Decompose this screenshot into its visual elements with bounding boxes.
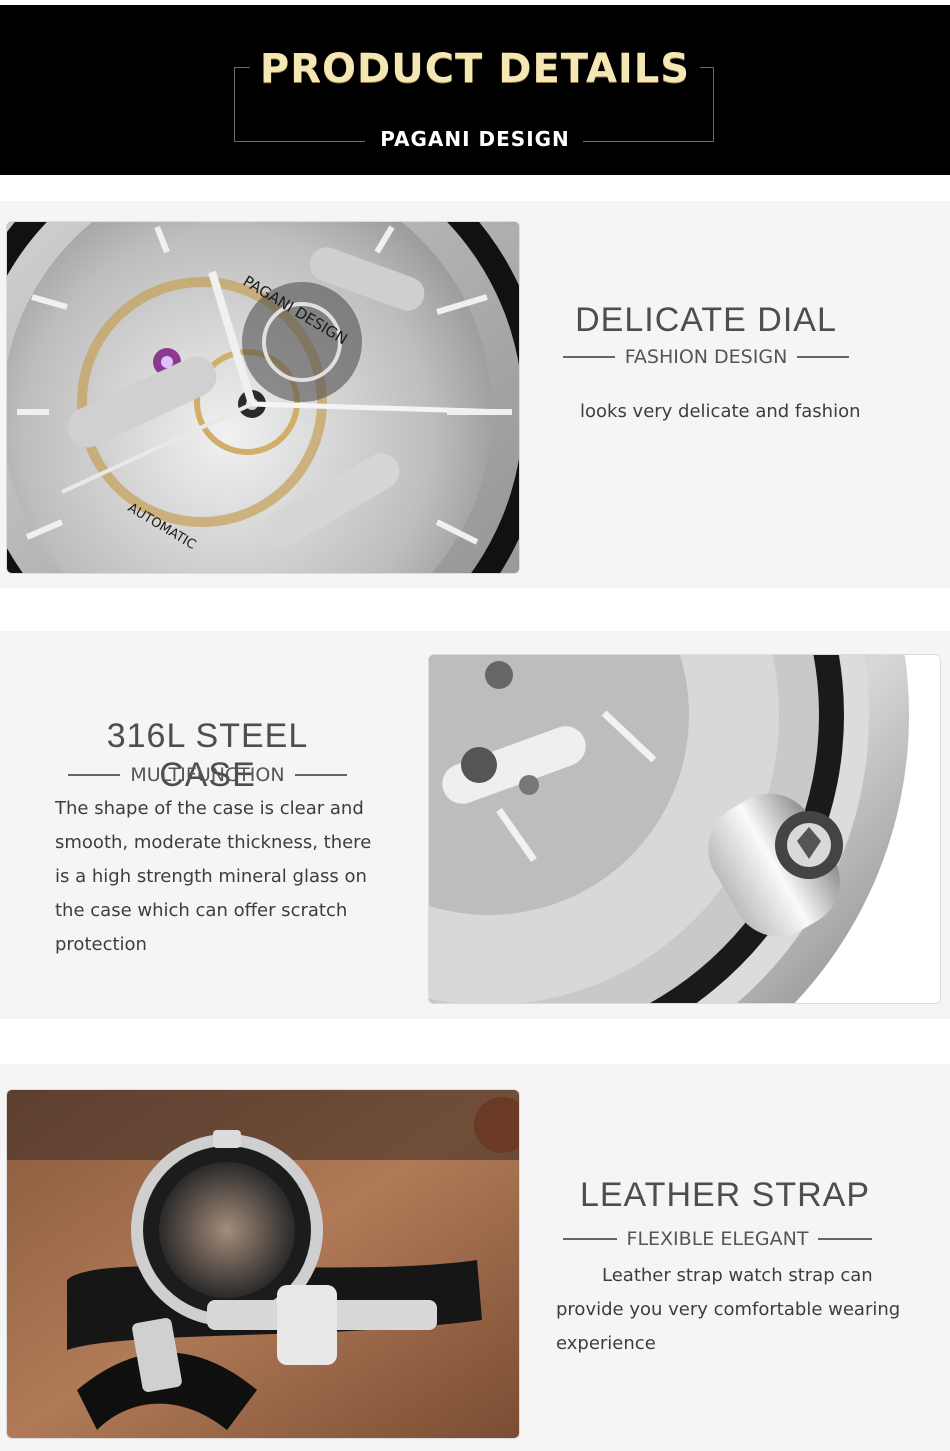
page-title-text: PRODUCT DETAILS — [249, 46, 701, 92]
case-illustration — [429, 655, 940, 1003]
case-subheading: MULTIFUNCTION — [55, 763, 360, 787]
dial-photo: PAGANI DESIGN AUTOMATIC — [6, 221, 520, 574]
strap-line: experience — [556, 1333, 656, 1354]
strap-line: Leather strap watch strap can — [602, 1265, 873, 1286]
dial-description: looks very delicate and fashion — [580, 401, 861, 422]
case-line: the case which can offer scratch — [55, 900, 348, 921]
strap-subheading-text: FLEXIBLE ELEGANT — [626, 1228, 809, 1250]
strap-section: LEATHER STRAP FLEXIBLE ELEGANT Leather s… — [0, 1064, 950, 1451]
case-section: 316L STEEL CASE MULTIFUNCTION The shape … — [0, 631, 950, 1019]
dial-section: PAGANI DESIGN AUTOMATIC DELICATE DIAL FA… — [0, 201, 950, 588]
header-banner: PRODUCT DETAILS PAGANI DESIGN — [0, 5, 950, 175]
case-subheading-line-left — [68, 774, 121, 776]
strap-description: Leather strap watch strap can provide yo… — [556, 1259, 936, 1361]
strap-subheading-line-right — [818, 1238, 873, 1240]
dial-subheading-line-right — [797, 356, 850, 358]
dial-heading: DELICATE DIAL — [575, 301, 837, 339]
case-line: The shape of the case is clear and — [55, 798, 364, 819]
strap-illustration — [7, 1090, 519, 1438]
case-line: smooth, moderate thickness, there — [55, 832, 372, 853]
dial-subheading-line-left — [562, 356, 615, 358]
case-subheading-text: MULTIFUNCTION — [130, 764, 285, 786]
strap-photo — [6, 1089, 520, 1439]
strap-line: provide you very comfortable wearing — [556, 1299, 901, 1320]
dial-subheading-text: FASHION DESIGN — [624, 346, 788, 368]
strap-subheading: FLEXIBLE ELEGANT — [560, 1227, 875, 1251]
dial-subheading: FASHION DESIGN — [556, 345, 856, 369]
banner-subtitle: PAGANI DESIGN — [380, 127, 570, 151]
case-line: is a high strength mineral glass on — [55, 866, 367, 887]
strap-subheading-line-left — [562, 1238, 617, 1240]
case-photo — [428, 654, 941, 1004]
strap-heading: LEATHER STRAP — [579, 1176, 871, 1214]
page-title: PRODUCT DETAILS — [0, 46, 950, 92]
case-subheading-line-right — [294, 774, 347, 776]
dial-illustration: PAGANI DESIGN AUTOMATIC — [7, 222, 519, 573]
case-line: protection — [55, 934, 147, 955]
case-description: The shape of the case is clear and smoot… — [55, 792, 395, 962]
